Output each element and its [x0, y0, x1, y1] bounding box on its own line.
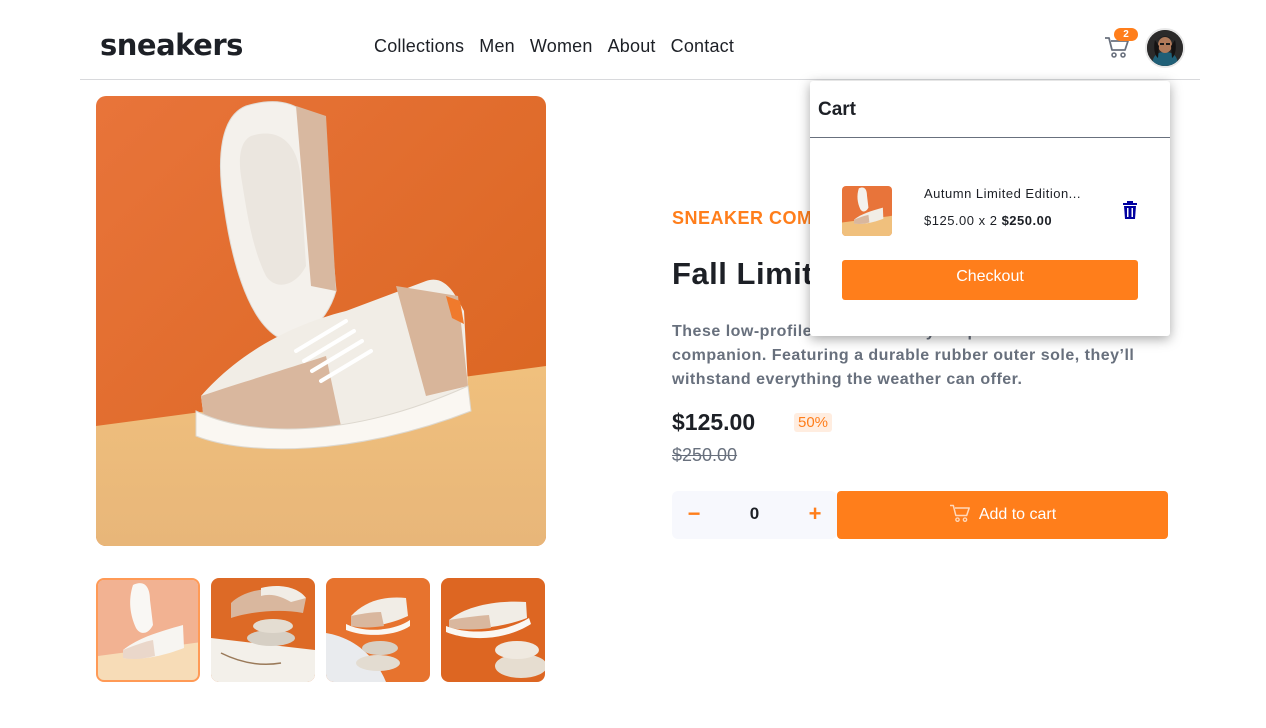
nav-men[interactable]: Men — [479, 36, 515, 57]
cart-item-name: Autumn Limited Edition... — [924, 186, 1082, 201]
add-to-cart-button[interactable]: Add to cart — [837, 491, 1168, 539]
cart-count-badge: 2 — [1114, 28, 1138, 41]
decrease-quantity-button[interactable]: − — [672, 491, 716, 539]
cart-popover: Cart Autumn Limited Edition... $125.00 x… — [810, 81, 1170, 336]
checkout-button[interactable]: Checkout — [842, 260, 1138, 300]
increase-quantity-button[interactable]: + — [793, 491, 837, 539]
thumbnail-1[interactable] — [96, 578, 200, 682]
cart-item-thumbnail — [842, 186, 892, 236]
thumbnail-row — [96, 578, 545, 682]
current-price: $125.00 — [672, 409, 756, 435]
cart-icon — [949, 503, 971, 528]
cart-item-calc: $125.00 x 2 — [924, 213, 998, 228]
nav-contact[interactable]: Contact — [671, 36, 734, 57]
thumbnail-4[interactable] — [441, 578, 545, 682]
product-main-image[interactable] — [96, 96, 546, 546]
thumbnail-2[interactable] — [211, 578, 315, 682]
add-to-cart-label: Add to cart — [978, 506, 1057, 523]
quantity-value: 0 — [749, 504, 760, 523]
nav-about[interactable]: About — [608, 36, 656, 57]
quantity-stepper: − 0 + — [672, 491, 837, 539]
cart-divider — [810, 137, 1170, 138]
nav-collections[interactable]: Collections — [374, 36, 464, 57]
thumbnail-3[interactable] — [326, 578, 430, 682]
cart-item-total: $250.00 — [1001, 213, 1053, 228]
discount-badge: 50% — [794, 413, 833, 432]
nav-women[interactable]: Women — [530, 36, 593, 57]
site-header: sneakers Collections Men Women About Con… — [80, 0, 1200, 80]
original-price: $250.00 — [672, 445, 738, 465]
cart-title: Cart — [818, 99, 857, 120]
logo[interactable]: sneakers — [100, 28, 243, 62]
trash-icon[interactable] — [1122, 201, 1138, 219]
cart-item-price-line: $125.00 x 2 $250.00 — [924, 213, 1052, 228]
main-nav: Collections Men Women About Contact — [374, 36, 734, 57]
avatar[interactable] — [1145, 28, 1185, 68]
